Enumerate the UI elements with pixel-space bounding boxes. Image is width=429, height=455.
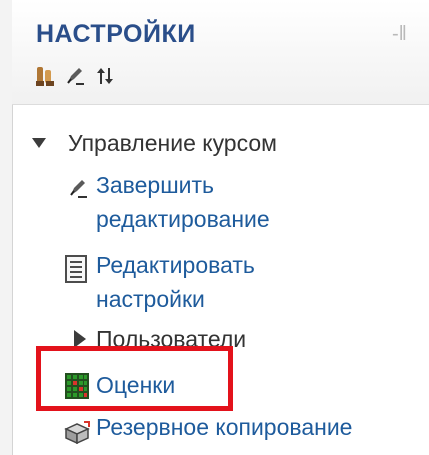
backup-box-icon [64,421,90,444]
finish-editing-link-line2[interactable]: редактирование [96,206,270,233]
document-settings-icon [65,255,87,283]
block-header [12,0,429,105]
backup-link[interactable]: Резервное копирование [96,414,352,441]
finish-editing-link-line1[interactable]: Завершить [96,172,214,199]
expanded-arrow-icon [32,138,46,148]
header-icon-bar [34,64,116,88]
block-title: НАСТРОЙКИ [36,20,196,48]
highlight-frame [36,346,233,411]
edit-pen-icon[interactable] [64,65,86,87]
settings-tools-icon[interactable] [34,65,56,87]
edit-settings-link-line2[interactable]: настройки [96,286,205,313]
dock-control-icon[interactable]: -‖ [392,24,422,44]
course-admin-label: Управление курсом [68,130,277,156]
settings-block: НАСТРОЙКИ -‖ Управление курсом Завершить… [0,0,429,455]
edit-settings-link-line1[interactable]: Редактировать [96,252,255,279]
pen-icon [70,180,87,198]
move-arrows-icon[interactable] [94,65,116,87]
